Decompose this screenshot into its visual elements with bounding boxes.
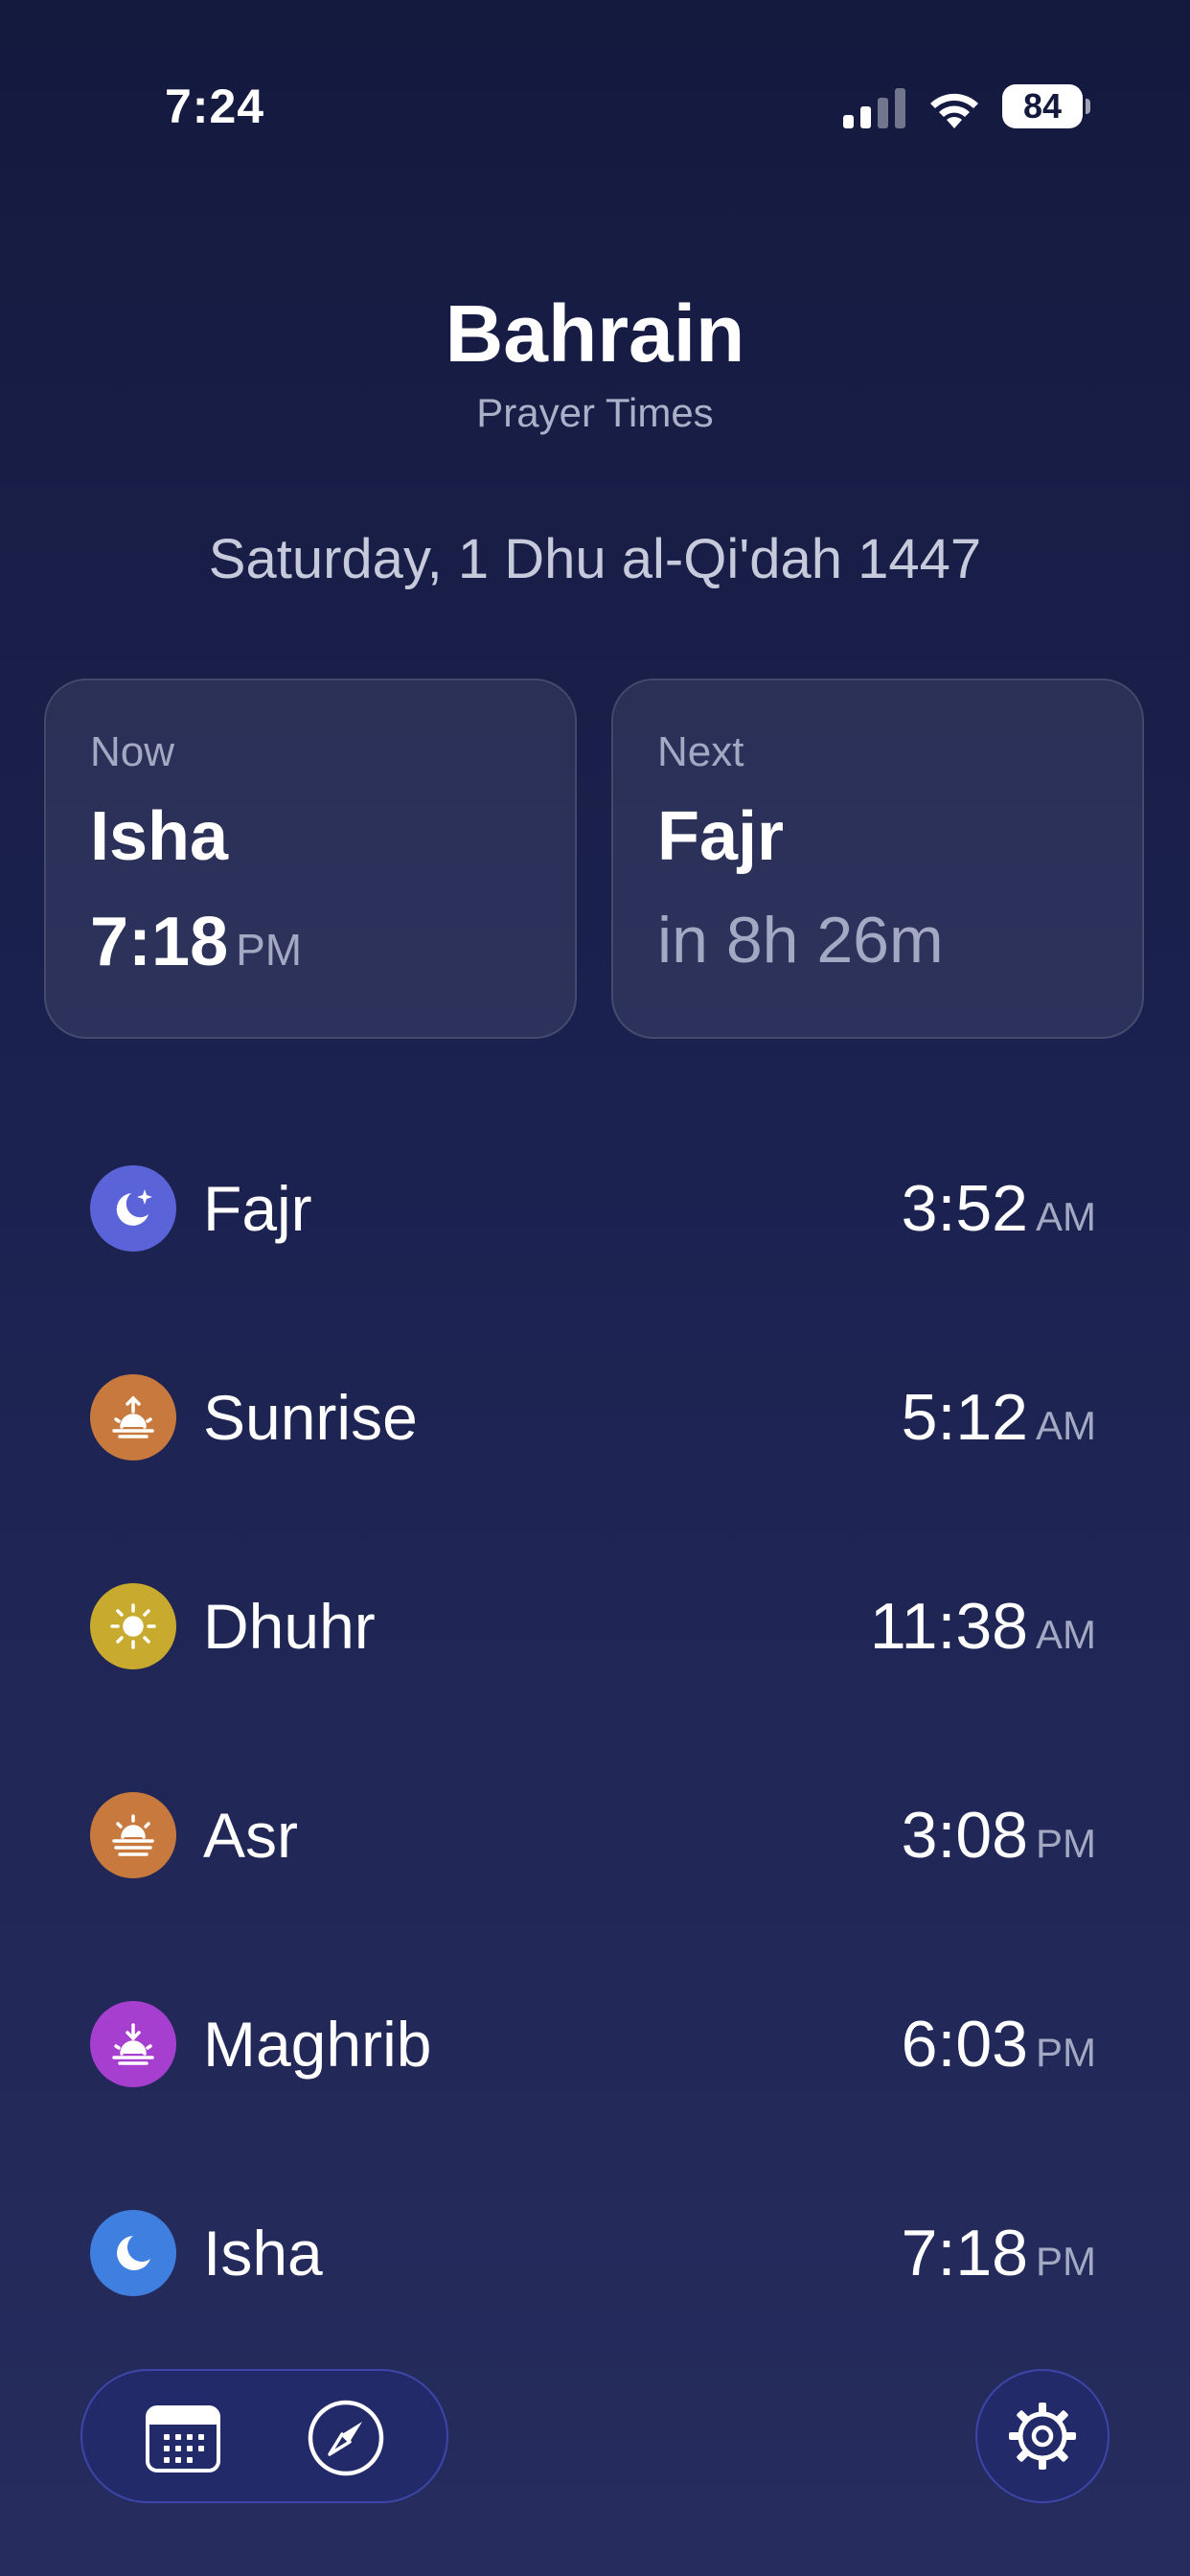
next-prayer-card: Next Fajr in 8h 26m xyxy=(611,678,1144,1039)
sunset-icon xyxy=(90,2001,176,2087)
prayer-time-value: 11:38 xyxy=(869,1590,1028,1663)
gear-icon xyxy=(1009,2403,1076,2470)
prayer-time-period: AM xyxy=(1036,1403,1096,1448)
moon-star-icon xyxy=(90,1165,176,1252)
prayer-row-asr: Asr 3:08 PM xyxy=(0,1731,1190,1940)
settings-button[interactable] xyxy=(975,2369,1110,2503)
sun-haze-icon xyxy=(90,1792,176,1878)
prayer-time: 11:38 AM xyxy=(870,1589,1096,1664)
sun-icon xyxy=(90,1583,176,1669)
battery-level: 84 xyxy=(1022,86,1063,126)
header: Bahrain Prayer Times xyxy=(0,288,1190,436)
hijri-date: Saturday, 1 Dhu al-Qi'dah 1447 xyxy=(208,528,982,590)
prayer-time-value: 3:52 xyxy=(901,1172,1028,1245)
battery-icon: 84 xyxy=(1002,84,1090,128)
prayer-name: Sunrise xyxy=(203,1382,418,1453)
prayer-time: 7:18 PM xyxy=(902,2216,1096,2290)
sunrise-icon xyxy=(90,1374,176,1460)
prayer-time-value: 7:18 xyxy=(901,2217,1028,2289)
prayer-row-sunrise: Sunrise 5:12 AM xyxy=(0,1313,1190,1522)
bottom-nav xyxy=(80,2369,448,2503)
prayer-time-period: AM xyxy=(1036,1194,1096,1239)
status-time: 7:24 xyxy=(165,80,265,133)
moon-icon xyxy=(90,2210,176,2296)
battery-tip xyxy=(1086,99,1090,114)
prayer-name: Asr xyxy=(203,1800,298,1871)
prayer-row-fajr: Fajr 3:52 AM xyxy=(0,1104,1190,1313)
current-prayer-card: Now Isha 7:18 PM xyxy=(44,678,577,1039)
current-prayer-time: 7:18 PM xyxy=(90,903,531,981)
prayer-time: 6:03 PM xyxy=(902,2007,1096,2082)
card-label-next: Next xyxy=(657,728,744,775)
prayer-time: 3:08 PM xyxy=(902,1798,1096,1873)
prayer-row-dhuhr: Dhuhr 11:38 AM xyxy=(0,1522,1190,1731)
prayer-time: 3:52 AM xyxy=(902,1171,1096,1246)
current-prayer-name: Isha xyxy=(90,798,229,875)
current-prayer-time-value: 7:18 xyxy=(90,904,229,980)
qibla-compass-button[interactable] xyxy=(274,2371,418,2505)
battery-body: 84 xyxy=(1002,84,1083,128)
prayer-time-period: PM xyxy=(1036,2239,1096,2284)
calendar-button[interactable] xyxy=(111,2371,255,2505)
prayer-time-period: PM xyxy=(1036,2030,1096,2075)
city-name: Bahrain xyxy=(445,288,745,379)
calendar-icon xyxy=(146,2405,220,2472)
prayer-name: Fajr xyxy=(203,1173,312,1244)
prayer-name: Isha xyxy=(203,2218,323,2288)
prayer-row-maghrib: Maghrib 6:03 PM xyxy=(0,1940,1190,2149)
prayer-list: Fajr 3:52 AM Sunrise 5:12 AM Dhuhr 11:38… xyxy=(0,1104,1190,2358)
prayer-time-period: AM xyxy=(1036,1612,1096,1657)
prayer-time-value: 5:12 xyxy=(901,1381,1028,1454)
prayer-row-isha: Isha 7:18 PM xyxy=(0,2149,1190,2358)
signal-icon xyxy=(843,88,905,128)
prayer-name: Maghrib xyxy=(203,2009,432,2080)
prayer-time-value: 3:08 xyxy=(901,1799,1028,1872)
card-label-now: Now xyxy=(90,728,175,775)
prayer-time-period: PM xyxy=(1036,1821,1096,1866)
next-prayer-countdown: in 8h 26m xyxy=(657,904,944,977)
compass-icon xyxy=(308,2400,384,2476)
wifi-icon xyxy=(930,93,978,128)
prayer-name: Dhuhr xyxy=(203,1591,376,1662)
status-bar: 7:24 84 xyxy=(0,0,1190,144)
page-subtitle: Prayer Times xyxy=(476,390,714,435)
current-prayer-time-period: PM xyxy=(236,925,303,975)
prayer-time: 5:12 AM xyxy=(902,1380,1096,1455)
prayer-time-value: 6:03 xyxy=(901,2008,1028,2081)
next-prayer-name: Fajr xyxy=(657,798,785,875)
